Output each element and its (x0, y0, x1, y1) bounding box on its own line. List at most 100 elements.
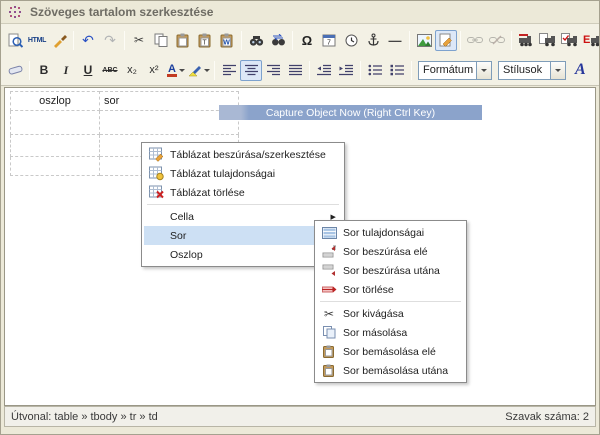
insert-image-icon[interactable] (413, 30, 435, 51)
toolbar-row-1: HTML ↶ ↷ ✂ T W (4, 25, 596, 55)
menu-separator (320, 301, 461, 302)
menu-item-row-paste-before[interactable]: Sor bemásolása elé (317, 342, 464, 361)
table-properties-icon (147, 166, 165, 182)
preview-icon[interactable] (4, 30, 26, 51)
indent-icon[interactable] (335, 60, 357, 81)
about-logo-icon[interactable]: A (575, 61, 586, 79)
align-center-icon[interactable] (240, 60, 262, 81)
insert-note-icon[interactable] (435, 30, 457, 51)
outdent-icon[interactable] (313, 60, 335, 81)
row-delete-icon (320, 282, 338, 298)
menu-item-cell[interactable]: Cella ▶ (144, 207, 342, 226)
menu-item-table-properties[interactable]: Táblázat tulajdonságai (144, 164, 342, 183)
separator (73, 31, 74, 50)
custom-train-3-icon[interactable] (559, 30, 581, 51)
align-left-icon[interactable] (218, 60, 240, 81)
format-combo-value: Formátum (418, 61, 476, 80)
menu-item-row-properties[interactable]: Sor tulajdonságai (317, 223, 464, 242)
table-delete-icon (147, 185, 165, 201)
row-properties-icon (320, 225, 338, 241)
table-cell[interactable]: sor (100, 92, 239, 111)
svg-text:T: T (202, 39, 207, 46)
move-handle-icon[interactable] (9, 6, 22, 19)
toolbar-row-2: B I U ABC x₂ x² A (4, 55, 596, 85)
separator (241, 31, 242, 50)
editor-canvas[interactable]: oszlop sor Capture Object Now (Right Ctr… (4, 87, 596, 406)
underline-icon[interactable]: U (77, 60, 99, 81)
menu-item-row-delete[interactable]: Sor törlése (317, 280, 464, 299)
horizontal-rule-icon[interactable]: — (384, 30, 406, 51)
templates-brush-icon[interactable] (48, 30, 70, 51)
special-char-icon[interactable]: Ω (296, 30, 318, 51)
menu-item-row[interactable]: Sor ▶ (144, 226, 342, 245)
chevron-down-icon[interactable] (476, 61, 492, 80)
table-row (11, 111, 239, 135)
custom-train-4-icon[interactable]: E (581, 30, 600, 51)
separator (309, 61, 310, 80)
remove-format-icon[interactable] (4, 60, 26, 81)
menu-item-row-copy[interactable]: Sor másolása (317, 323, 464, 342)
source-html-icon[interactable]: HTML (26, 30, 48, 51)
menu-item-insert-table[interactable]: Táblázat beszúrása/szerkesztése (144, 145, 342, 164)
element-path: Útvonal: table » tbody » tr » td (11, 411, 158, 423)
bulleted-list-icon[interactable] (364, 60, 386, 81)
chevron-down-icon (179, 69, 185, 75)
align-right-icon[interactable] (262, 60, 284, 81)
chevron-down-icon[interactable] (550, 61, 566, 80)
insert-date-icon[interactable]: 7 (318, 30, 340, 51)
find-icon[interactable] (245, 30, 267, 51)
word-count: Szavak száma: 2 (505, 411, 589, 423)
table-cell[interactable]: oszlop (11, 92, 100, 111)
copy-icon[interactable] (150, 30, 172, 51)
table-cell[interactable] (11, 157, 100, 176)
menu-item-delete-table[interactable]: Táblázat törlése (144, 183, 342, 202)
menu-separator (147, 204, 339, 205)
redo-icon: ↷ (99, 30, 121, 51)
toolbar: HTML ↶ ↷ ✂ T W (1, 24, 599, 86)
background-color-icon[interactable] (187, 60, 211, 81)
menu-item-row-insert-after[interactable]: Sor beszúrása utána (317, 261, 464, 280)
italic-icon[interactable]: I (55, 60, 77, 81)
format-combo[interactable]: Formátum (418, 61, 492, 80)
subscript-icon[interactable]: x₂ (121, 60, 143, 81)
separator (511, 31, 512, 50)
paste-word-icon[interactable]: W (216, 30, 238, 51)
strikethrough-icon[interactable]: ABC (99, 60, 121, 81)
cut-icon[interactable]: ✂ (128, 30, 150, 51)
justify-icon[interactable] (284, 60, 306, 81)
custom-train-1-icon[interactable] (515, 30, 537, 51)
bold-icon[interactable]: B (33, 60, 55, 81)
undo-icon[interactable]: ↶ (77, 30, 99, 51)
table-cell[interactable] (11, 135, 100, 157)
row-insert-before-icon (320, 244, 338, 260)
separator (460, 31, 461, 50)
separator (292, 31, 293, 50)
menu-item-column[interactable]: Oszlop ▶ (144, 245, 342, 264)
anchor-icon[interactable] (362, 30, 384, 51)
menu-item-row-insert-before[interactable]: Sor beszúrása elé (317, 242, 464, 261)
svg-text:W: W (223, 39, 230, 46)
title-bar: Szöveges tartalom szerkesztése (1, 1, 599, 24)
unlink-icon (486, 30, 508, 51)
paste-text-icon[interactable]: T (194, 30, 216, 51)
text-color-icon[interactable]: A (165, 60, 187, 81)
styles-combo[interactable]: Stílusok (498, 61, 566, 80)
custom-train-2-icon[interactable] (537, 30, 559, 51)
menu-item-row-cut[interactable]: ✂ Sor kivágása (317, 304, 464, 323)
table-cell[interactable] (11, 111, 100, 135)
row-copy-icon (320, 325, 338, 341)
insert-time-icon[interactable] (340, 30, 362, 51)
row-paste-before-icon (320, 344, 338, 360)
table-edit-icon (147, 147, 165, 163)
styles-combo-value: Stílusok (498, 61, 550, 80)
superscript-icon[interactable]: x² (143, 60, 165, 81)
capture-banner: Capture Object Now (Right Ctrl Key) (219, 105, 482, 120)
replace-icon[interactable] (267, 30, 289, 51)
paste-icon[interactable] (172, 30, 194, 51)
chevron-down-icon (204, 69, 210, 75)
table-cell[interactable] (100, 111, 239, 135)
separator (360, 61, 361, 80)
numbered-list-icon[interactable] (386, 60, 408, 81)
window-title: Szöveges tartalom szerkesztése (30, 5, 213, 19)
menu-item-row-paste-after[interactable]: Sor bemásolása utána (317, 361, 464, 380)
